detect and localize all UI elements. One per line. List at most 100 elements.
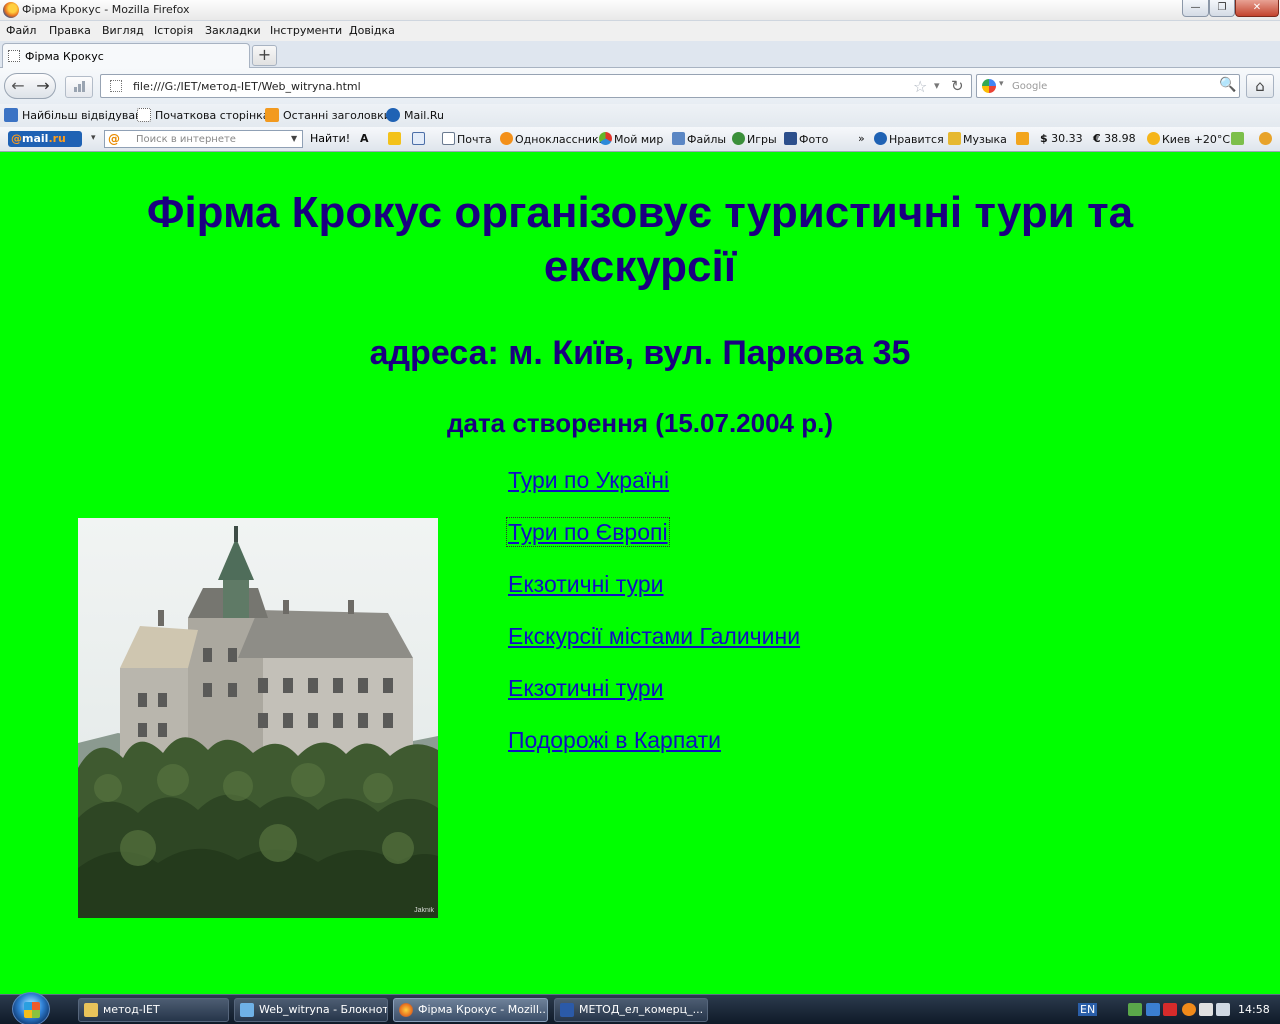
- update-tray-icon[interactable]: [1182, 1003, 1196, 1016]
- gear-icon[interactable]: [1259, 132, 1274, 146]
- castle-image: [78, 518, 438, 918]
- new-tab-button[interactable]: +: [252, 45, 277, 66]
- speaker-muted-tray-icon[interactable]: [1199, 1003, 1213, 1016]
- font-size-icon[interactable]: A: [360, 132, 369, 145]
- toolbar-mail[interactable]: Почта: [442, 132, 492, 146]
- search-icon[interactable]: 🔍: [1219, 77, 1236, 93]
- chevron-down-icon[interactable]: ▾: [91, 133, 96, 143]
- address-bar[interactable]: file:///G:/IET/метод-IET/Web_witryna.htm…: [100, 74, 972, 98]
- reload-icon[interactable]: ↻: [951, 77, 964, 95]
- display-tray-icon[interactable]: [1146, 1003, 1160, 1016]
- link-exotic-tours-2[interactable]: Екзотичні тури: [508, 675, 663, 701]
- toolbar-eur-rate[interactable]: € 38.98: [1093, 132, 1136, 145]
- back-forward-group: ← →: [4, 73, 56, 99]
- more-chevron-icon[interactable]: »: [858, 132, 865, 145]
- windows-taskbar: метод-IET Web_witryna - Блокнот Фірма Кр…: [0, 992, 1280, 1024]
- window-title: Фірма Крокус - Mozilla Firefox: [22, 3, 190, 16]
- tab-firma-krokus[interactable]: Фірма Крокус: [2, 43, 250, 69]
- mail-ru-toolbar: @mail.ru ▾ @ Поиск в интернете ▼ Найти! …: [0, 127, 1280, 152]
- camera-icon: [784, 132, 797, 145]
- maximize-button[interactable]: ❐: [1209, 0, 1235, 17]
- bookmark-most-visited[interactable]: Найбільш відвідувані: [4, 108, 145, 122]
- taskbar-item-word[interactable]: МЕТОД_ел_комерц_...: [554, 998, 708, 1022]
- taskbar-item-folder[interactable]: метод-IET: [78, 998, 229, 1022]
- toolbar-music[interactable]: Музыка: [948, 132, 1007, 146]
- minimize-button[interactable]: —: [1182, 0, 1209, 17]
- page-icon: [8, 50, 20, 62]
- toolbar-files[interactable]: Файлы: [672, 132, 726, 146]
- menu-history[interactable]: Історія: [154, 24, 193, 37]
- taskbar-item-firefox[interactable]: Фірма Крокус - Mozill...: [393, 998, 548, 1022]
- page-heading: Фірма Крокус організовує туристичні тури…: [146, 188, 1134, 291]
- creation-date-heading: дата створення (15.07.2004 р.): [446, 408, 833, 438]
- menu-edit[interactable]: Правка: [49, 24, 91, 37]
- toolbar-games[interactable]: Игры: [732, 132, 777, 146]
- toolbar-usd-rate[interactable]: $ 30.33: [1040, 132, 1083, 145]
- network-tray-icon[interactable]: [1128, 1003, 1142, 1016]
- page-content: Фірма Крокус організовує туристичні тури…: [0, 152, 1280, 994]
- toolbar-photo[interactable]: Фото: [784, 132, 828, 146]
- toolbar-weather[interactable]: Киев +20°C: [1147, 132, 1230, 146]
- toolbar-notes-icon[interactable]: [1016, 132, 1031, 146]
- highlight-icon[interactable]: [388, 132, 403, 146]
- ati-tray-icon[interactable]: [1163, 1003, 1177, 1016]
- music-icon: [948, 132, 961, 145]
- link-tours-europe[interactable]: Тури по Європі: [506, 517, 670, 547]
- link-galicia-excursions[interactable]: Екскурсії містами Галичини: [508, 623, 800, 649]
- mail-ru-icon: [386, 108, 400, 122]
- map-icon[interactable]: [1231, 132, 1246, 146]
- bookmark-mail-ru[interactable]: Mail.Ru: [386, 108, 444, 122]
- find-button[interactable]: Найти!: [310, 132, 350, 145]
- address-input[interactable]: file:///G:/IET/метод-IET/Web_witryna.htm…: [133, 80, 361, 93]
- firefox-icon: [399, 1003, 413, 1017]
- chevron-down-icon[interactable]: ▼: [291, 134, 297, 143]
- window-title-bar: Фірма Крокус - Mozilla Firefox — ❐ ✕: [0, 0, 1280, 21]
- find-in-page-icon[interactable]: [412, 132, 427, 146]
- bookmark-home-page[interactable]: Початкова сторінка: [137, 108, 270, 122]
- search-bar[interactable]: ▾ Google 🔍: [976, 74, 1240, 98]
- chevron-down-icon[interactable]: ▾: [999, 79, 1004, 89]
- search-input[interactable]: Google: [1012, 81, 1047, 92]
- menu-tools[interactable]: Інструменти: [270, 24, 342, 37]
- navigation-toolbar: ← → file:///G:/IET/метод-IET/Web_witryna…: [0, 68, 1280, 104]
- forward-button[interactable]: →: [32, 75, 54, 97]
- link-carpathians-trips[interactable]: Подорожі в Карпати: [508, 727, 721, 753]
- like-icon: [874, 132, 887, 145]
- clock[interactable]: 14:58: [1238, 1003, 1270, 1016]
- start-button[interactable]: [12, 992, 50, 1024]
- menu-bookmarks[interactable]: Закладки: [205, 24, 261, 37]
- bookmark-star-icon[interactable]: ☆: [913, 77, 927, 96]
- my-world-icon: [599, 132, 612, 145]
- mail-ru-logo[interactable]: @mail.ru: [8, 131, 82, 147]
- bookmarks-toolbar: Найбільш відвідувані Початкова сторінка …: [0, 104, 1280, 127]
- bar-graph-icon[interactable]: [65, 76, 93, 98]
- page-icon: [137, 108, 151, 122]
- language-indicator[interactable]: EN: [1078, 1003, 1098, 1016]
- toolbar-like[interactable]: Нравится: [874, 132, 944, 146]
- games-icon: [732, 132, 745, 145]
- toolbar-my-world[interactable]: Мой мир: [599, 132, 663, 146]
- menu-view[interactable]: Вигляд: [102, 24, 144, 37]
- mail-ru-search-input[interactable]: @ Поиск в интернете ▼: [104, 130, 303, 148]
- sun-icon: [1147, 132, 1160, 145]
- rss-icon: [265, 108, 279, 122]
- menu-file[interactable]: Файл: [6, 24, 36, 37]
- address-heading: адреса: м. Київ, вул. Паркова 35: [369, 334, 911, 372]
- firefox-icon: [3, 2, 19, 18]
- chevron-down-icon[interactable]: ▾: [934, 79, 940, 92]
- castle-photo: Jaknik: [78, 518, 438, 918]
- close-button[interactable]: ✕: [1235, 0, 1279, 17]
- taskbar-item-notepad[interactable]: Web_witryna - Блокнот: [234, 998, 388, 1022]
- google-icon[interactable]: [982, 79, 996, 93]
- bookmark-latest-headlines[interactable]: Останні заголовки: [265, 108, 391, 122]
- toolbar-odnoklassniki[interactable]: Одноклассники: [500, 132, 606, 146]
- volume-tray-icon[interactable]: [1216, 1003, 1230, 1016]
- back-button[interactable]: ←: [7, 75, 29, 97]
- menu-help[interactable]: Довідка: [349, 24, 395, 37]
- photo-watermark: Jaknik: [414, 907, 434, 914]
- word-icon: [560, 1003, 574, 1017]
- home-button[interactable]: ⌂: [1246, 74, 1274, 98]
- link-exotic-tours[interactable]: Екзотичні тури: [508, 571, 663, 597]
- folder-icon: [84, 1003, 98, 1017]
- link-tours-ukraine[interactable]: Тури по Україні: [508, 467, 669, 493]
